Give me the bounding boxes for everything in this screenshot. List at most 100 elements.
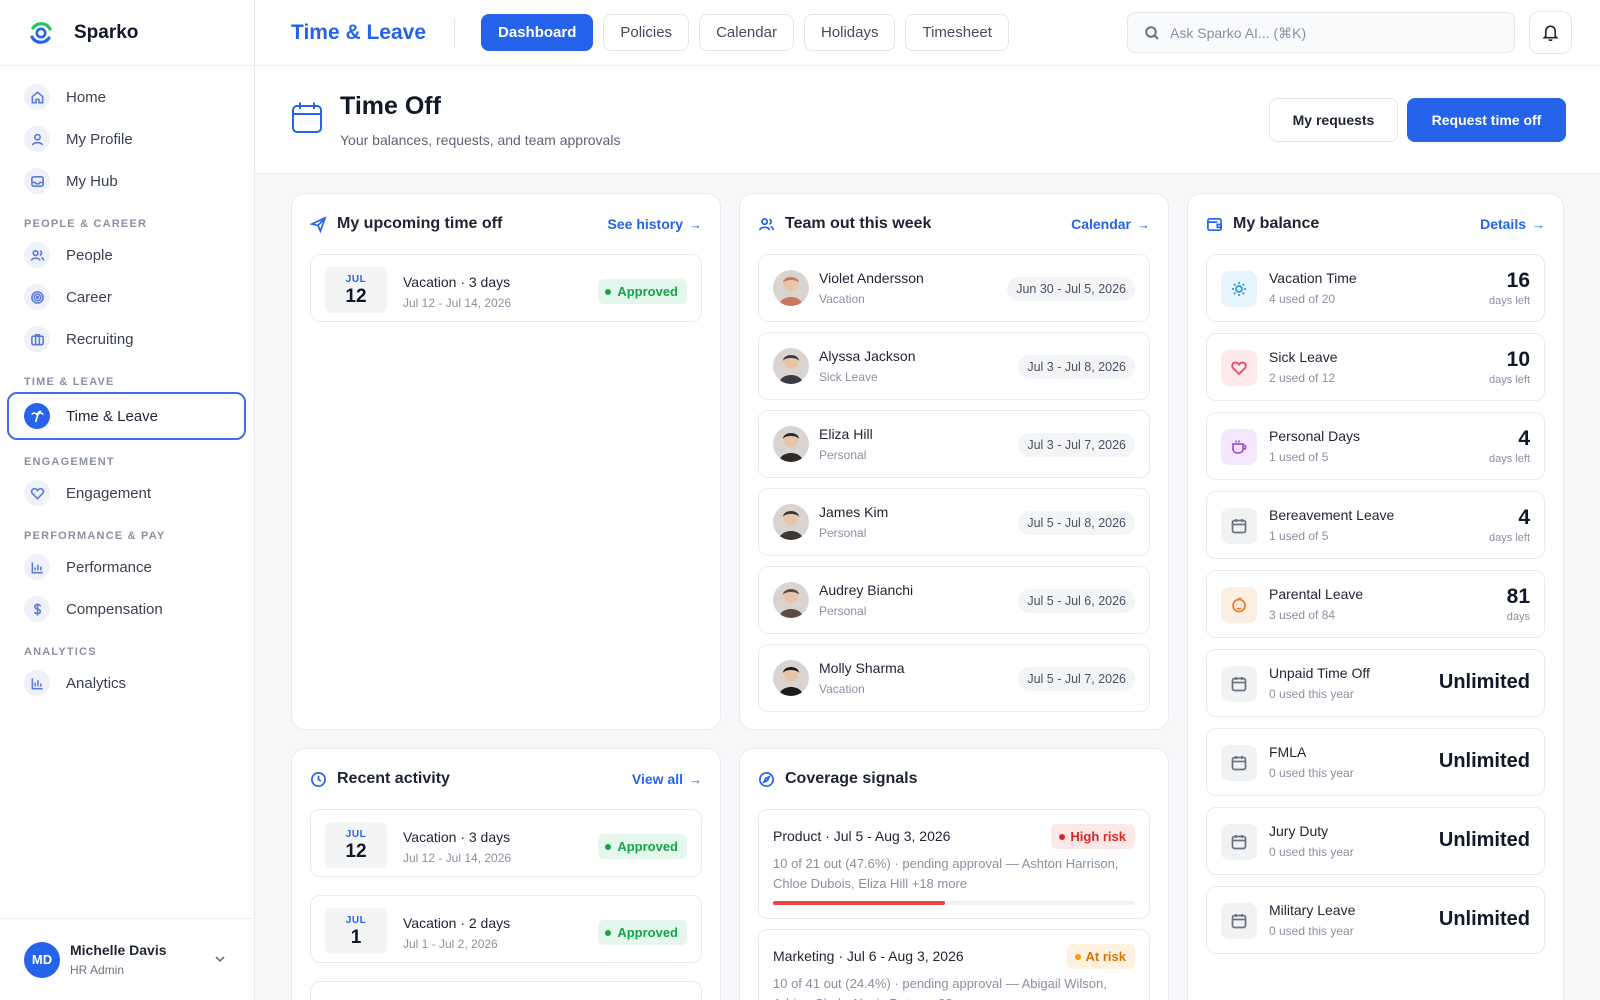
search-input[interactable] xyxy=(1170,24,1490,41)
page-subtitle: Your balances, requests, and team approv… xyxy=(340,132,621,148)
my-balance-card: My balance Details → Vacation Time 4 used … xyxy=(1187,193,1564,1000)
topbar: Time & Leave Dashboard Policies Calendar… xyxy=(255,0,1600,66)
date-range-pill: Jul 3 - Jul 7, 2026 xyxy=(1018,433,1135,457)
date-day: 1 xyxy=(350,927,362,948)
status-label: Approved xyxy=(617,839,678,854)
user-role: HR Admin xyxy=(70,963,125,977)
arrow-right-icon: → xyxy=(1532,216,1545,232)
notifications-button[interactable] xyxy=(1529,11,1572,54)
sparko-logo-icon xyxy=(30,21,52,44)
view-all-link[interactable]: View all → xyxy=(632,771,702,787)
balance-row[interactable]: Bereavement Leave 1 used of 5 4 days left xyxy=(1206,491,1545,559)
card-title: Team out this week xyxy=(785,215,932,232)
sidebar-item-time-leave[interactable]: Time & Leave xyxy=(7,392,246,440)
users-icon xyxy=(759,217,774,230)
link-label: See history xyxy=(607,216,683,232)
coffee-icon xyxy=(1221,429,1257,465)
coverage-item[interactable]: Product · Jul 5 - Aug 3, 2026 High risk … xyxy=(758,809,1150,919)
leave-title: Vacation · 2 days xyxy=(403,915,511,931)
heart-icon xyxy=(1221,350,1257,386)
plane-icon xyxy=(310,215,327,233)
avatar: MD xyxy=(24,941,60,978)
bar-chart-icon xyxy=(24,554,50,580)
list-item[interactable]: JUL 12 Vacation · 3 days Jul 12 - Jul 14… xyxy=(310,809,702,877)
calendar-link[interactable]: Calendar → xyxy=(1071,216,1150,232)
sidebar-item-performance[interactable]: Performance xyxy=(0,546,246,588)
sidebar-item-my-profile[interactable]: My Profile xyxy=(0,118,246,160)
balance-row[interactable]: Military Leave 0 used this year Unlimited xyxy=(1206,886,1545,954)
leave-name: Sick Leave xyxy=(1269,349,1338,365)
details-link[interactable]: Details → xyxy=(1480,216,1545,232)
leave-type: Personal xyxy=(819,448,867,462)
balance-row[interactable]: Jury Duty 0 used this year Unlimited xyxy=(1206,807,1545,875)
list-item[interactable]: JUL 12 Vacation · 3 days Jul 12 - Jul 14… xyxy=(310,254,702,322)
heart-icon xyxy=(24,480,50,506)
balance-row[interactable]: Parental Leave 3 used of 84 81 days xyxy=(1206,570,1545,638)
list-item[interactable] xyxy=(310,981,702,1000)
target-icon xyxy=(24,284,50,310)
tab-dashboard[interactable]: Dashboard xyxy=(481,14,594,51)
search-box[interactable] xyxy=(1127,12,1515,53)
see-history-link[interactable]: See history → xyxy=(608,216,702,232)
person-name: Eliza Hill xyxy=(819,426,873,442)
leave-name: Parental Leave xyxy=(1269,586,1364,602)
coverage-item[interactable]: Marketing · Jul 6 - Aug 3, 2026 At risk … xyxy=(758,929,1150,1000)
arrow-right-icon: → xyxy=(689,216,702,232)
sidebar-item-label: Engagement xyxy=(66,484,152,502)
leave-range: Jul 12 - Jul 14, 2026 xyxy=(403,851,512,865)
recent-activity-card: Recent activity View all → JUL 12 Vacatio… xyxy=(291,748,721,1000)
sidebar-item-compensation[interactable]: Compensation xyxy=(0,588,246,630)
sidebar-item-people[interactable]: People xyxy=(0,234,246,276)
sidebar-item-engagement[interactable]: Engagement xyxy=(0,472,246,514)
chevron-down-icon xyxy=(215,956,225,963)
sidebar-item-label: Time & Leave xyxy=(66,407,158,425)
sidebar-item-home[interactable]: Home xyxy=(0,76,246,118)
coverage-progress xyxy=(773,901,1135,905)
user-name: Michelle Davis xyxy=(70,942,167,958)
balance-row[interactable]: Vacation Time 4 used of 20 16 days left xyxy=(1206,254,1545,322)
clock-icon xyxy=(311,771,326,787)
card-header: Recent activity View all → xyxy=(310,767,702,791)
my-requests-button[interactable]: My requests xyxy=(1269,98,1398,142)
user-menu[interactable]: MD Michelle Davis HR Admin xyxy=(0,918,254,1000)
dollar-icon xyxy=(24,596,50,622)
team-member-row[interactable]: Violet Andersson Vacation Jun 30 - Jul 5, … xyxy=(758,254,1150,322)
request-time-off-button[interactable]: Request time off xyxy=(1407,98,1566,142)
sidebar-item-career[interactable]: Career xyxy=(0,276,246,318)
section-label-performance-pay: PERFORMANCE & PAY xyxy=(24,530,166,542)
date-box: JUL 1 xyxy=(325,908,387,954)
tab-holidays[interactable]: Holidays xyxy=(803,14,896,51)
tab-timesheet[interactable]: Timesheet xyxy=(905,14,1009,51)
date-range-pill: Jul 5 - Jul 6, 2026 xyxy=(1018,589,1135,613)
page-header: Time Off Your balances, requests, and te… xyxy=(255,66,1600,174)
balance-row[interactable]: Unpaid Time Off 0 used this year Unlimited xyxy=(1206,649,1545,717)
briefcase-icon xyxy=(24,326,50,352)
date-day: 12 xyxy=(345,286,367,307)
balance-value: 81 xyxy=(1506,585,1530,608)
sidebar-item-analytics[interactable]: Analytics xyxy=(0,662,246,704)
tab-policies[interactable]: Policies xyxy=(603,14,690,51)
team-member-row[interactable]: Audrey Bianchi Personal Jul 5 - Jul 6, 202… xyxy=(758,566,1150,634)
date-box: JUL 12 xyxy=(325,822,387,868)
team-member-row[interactable]: Alyssa Jackson Sick Leave Jul 3 - Jul 8, 2… xyxy=(758,332,1150,400)
upcoming-time-off-card: My upcoming time off See history → JUL 12… xyxy=(291,193,721,730)
risk-badge: High risk xyxy=(1051,824,1135,849)
inbox-icon xyxy=(24,168,50,194)
tab-calendar[interactable]: Calendar xyxy=(699,14,794,51)
user-icon xyxy=(24,126,50,152)
leave-title: Vacation · 3 days xyxy=(403,829,511,845)
link-label: View all xyxy=(631,771,683,787)
team-member-row[interactable]: Eliza Hill Personal Jul 3 - Jul 7, 2026 xyxy=(758,410,1150,478)
card-title: Coverage signals xyxy=(785,770,918,787)
brand[interactable]: Sparko xyxy=(0,0,254,66)
team-member-row[interactable]: James Kim Personal Jul 5 - Jul 8, 2026 xyxy=(758,488,1150,556)
risk-label: High risk xyxy=(1070,829,1126,844)
balance-row[interactable]: Personal Days 1 used of 5 4 days left xyxy=(1206,412,1545,480)
balance-row[interactable]: Sick Leave 2 used of 12 10 days left xyxy=(1206,333,1545,401)
team-member-row[interactable]: Molly Sharma Vacation Jul 5 - Jul 7, 2026 xyxy=(758,644,1150,712)
sidebar-item-recruiting[interactable]: Recruiting xyxy=(0,318,246,360)
card-header: Team out this week Calendar → xyxy=(758,212,1150,236)
balance-row[interactable]: FMLA 0 used this year Unlimited xyxy=(1206,728,1545,796)
sidebar-item-my-hub[interactable]: My Hub xyxy=(0,160,246,202)
list-item[interactable]: JUL 1 Vacation · 2 days Jul 1 - Jul 2, 2… xyxy=(310,895,702,963)
